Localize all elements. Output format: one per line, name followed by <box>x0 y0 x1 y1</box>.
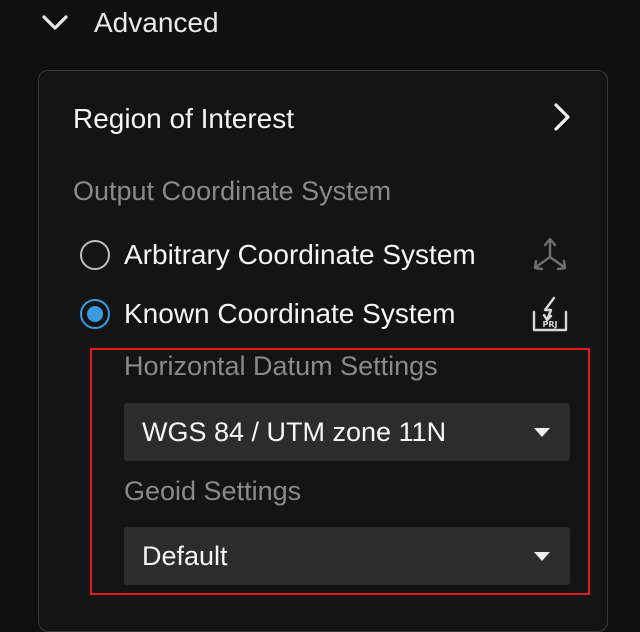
arbitrary-coordinate-system-option[interactable]: Arbitrary Coordinate System <box>80 235 572 275</box>
horizontal-datum-settings-label: Horizontal Datum Settings <box>124 351 438 381</box>
known-coordinate-system-radio[interactable] <box>80 299 110 329</box>
svg-text:PRJ: PRJ <box>543 320 558 329</box>
geoid-value: Default <box>142 540 228 571</box>
known-coordinate-system-option[interactable]: Known Coordinate System PRJ <box>80 294 572 334</box>
region-of-interest-row[interactable]: Region of Interest <box>73 96 573 142</box>
output-coordinate-system-label: Output Coordinate System <box>73 176 392 206</box>
axes-icon <box>528 233 572 277</box>
arbitrary-coordinate-system-radio[interactable] <box>80 240 110 270</box>
advanced-section-toggle[interactable]: Advanced <box>40 0 219 46</box>
horizontal-datum-select[interactable]: WGS 84 / UTM zone 11N <box>124 403 570 461</box>
chevron-right-icon <box>551 101 573 138</box>
import-prj-icon[interactable]: PRJ <box>528 292 572 336</box>
caret-down-icon <box>534 427 550 437</box>
region-of-interest-label: Region of Interest <box>73 103 295 134</box>
chevron-down-icon <box>40 8 70 38</box>
horizontal-datum-value: WGS 84 / UTM zone 11N <box>142 416 447 447</box>
geoid-select[interactable]: Default <box>124 527 570 585</box>
geoid-settings-label: Geoid Settings <box>124 476 302 506</box>
arbitrary-coordinate-system-label: Arbitrary Coordinate System <box>124 239 476 270</box>
known-coordinate-system-label: Known Coordinate System <box>124 298 456 329</box>
caret-down-icon <box>534 551 550 561</box>
advanced-section-title: Advanced <box>94 7 219 38</box>
